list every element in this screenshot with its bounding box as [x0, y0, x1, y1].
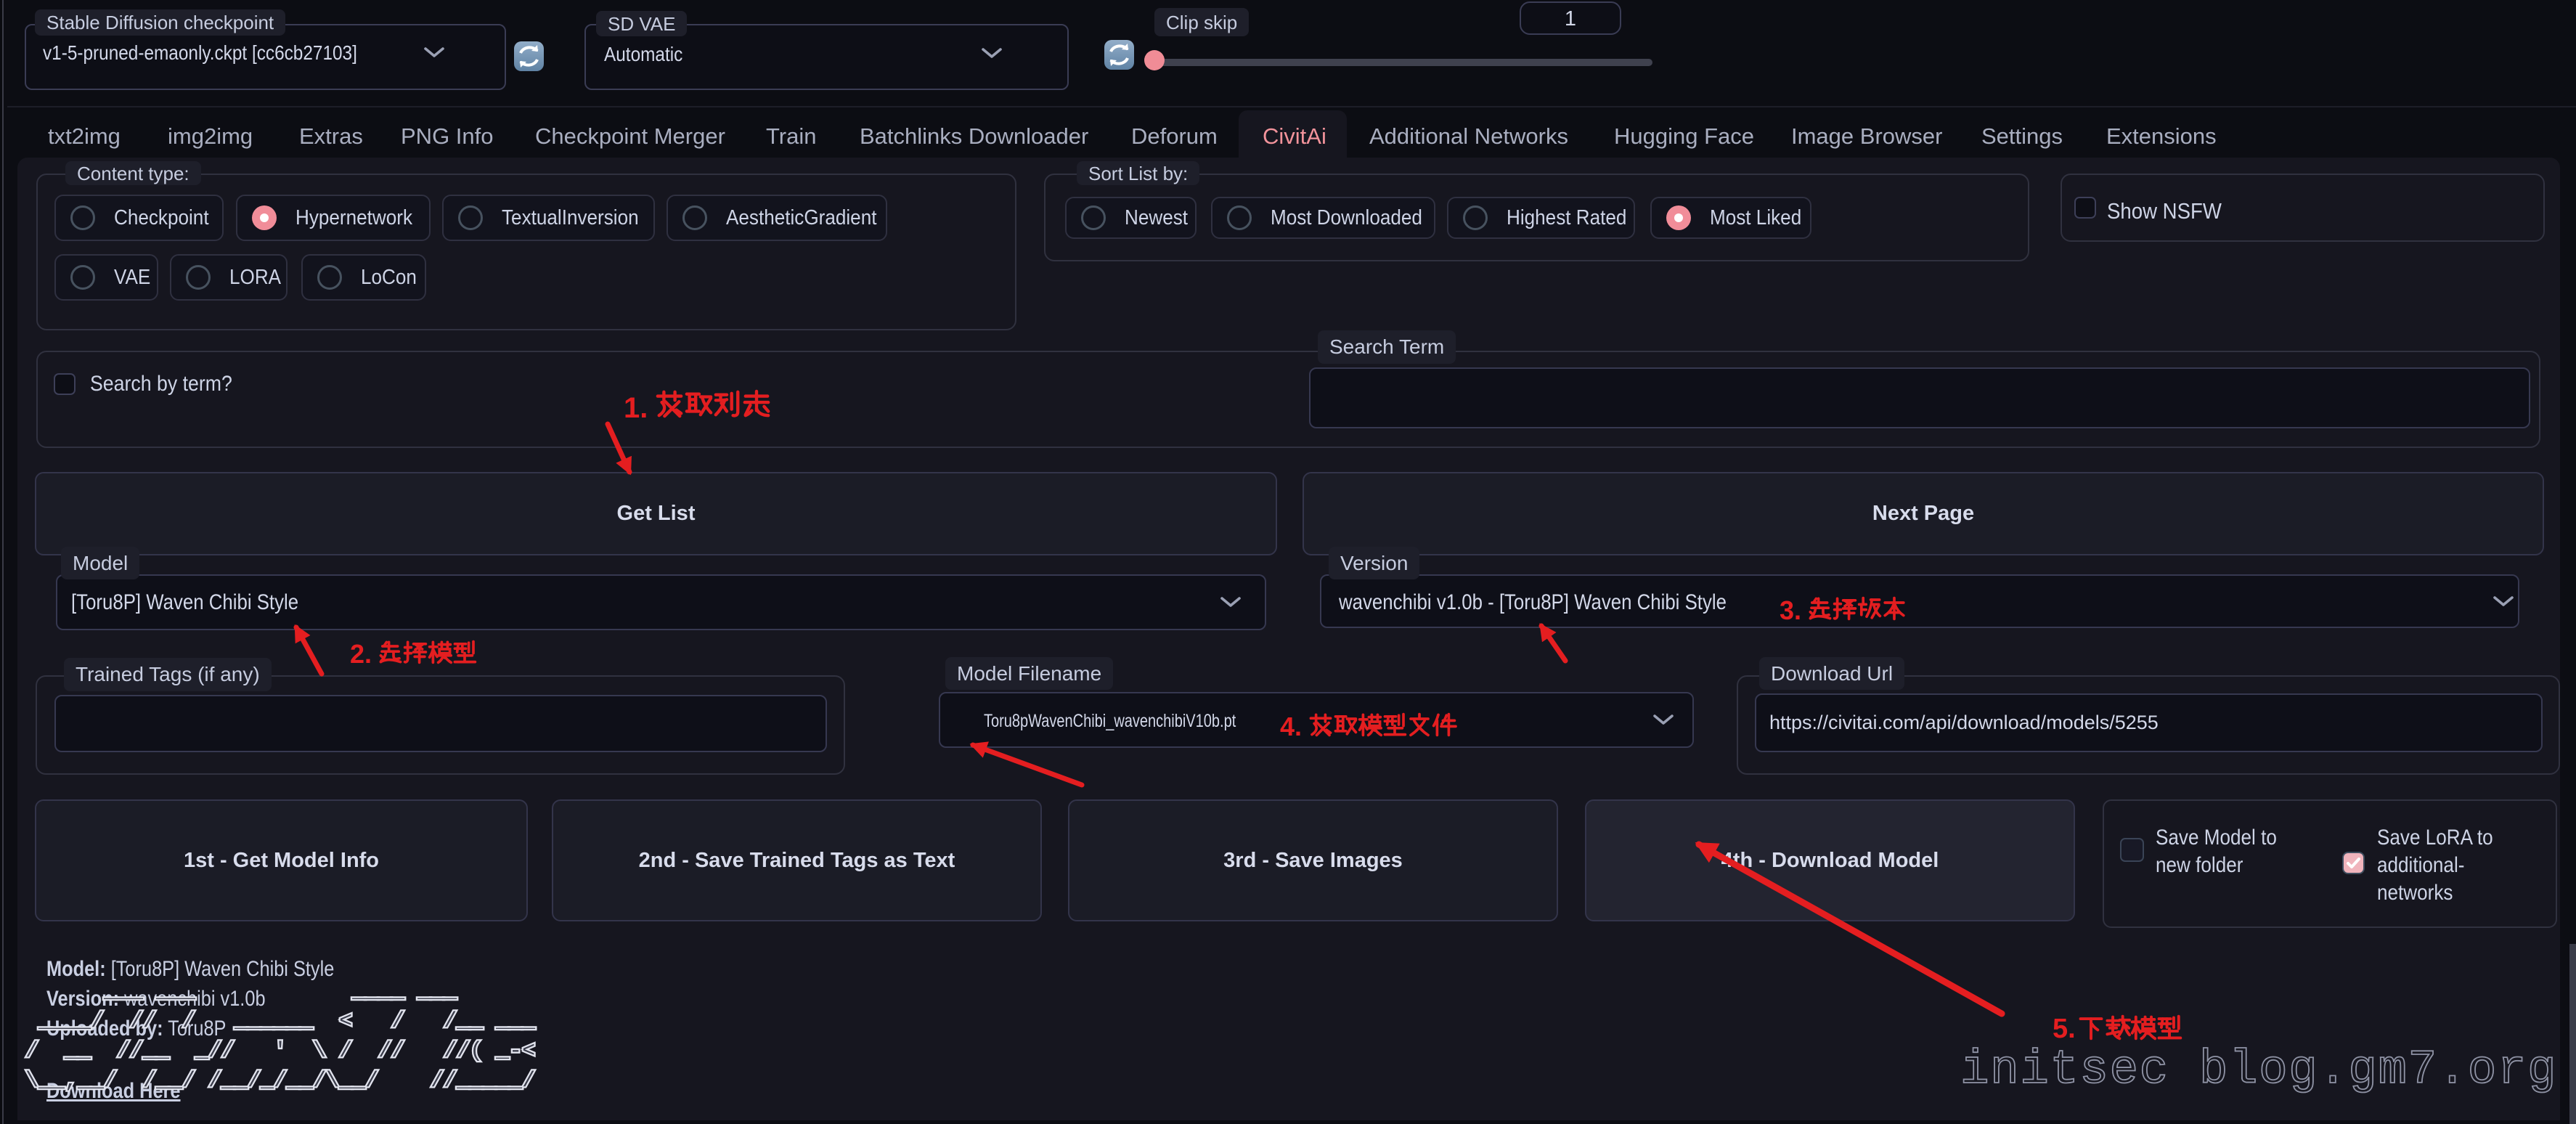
svg-text:5.: 5. [2053, 1014, 2076, 1044]
svg-text:3.: 3. [1780, 595, 1801, 625]
svg-text:1.: 1. [624, 392, 648, 424]
svg-text:4.: 4. [1280, 712, 1302, 741]
svg-text:2.: 2. [350, 639, 372, 669]
